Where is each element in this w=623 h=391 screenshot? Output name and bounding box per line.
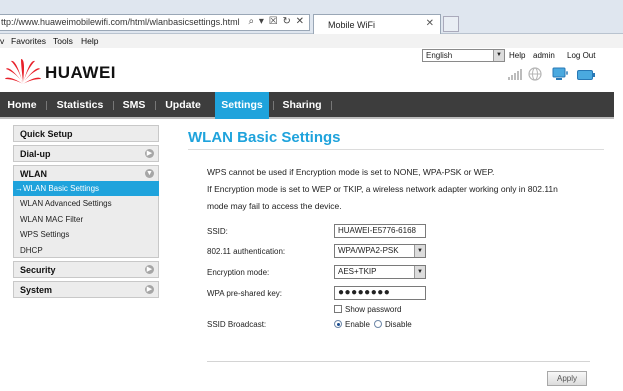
sidebar-item-wlan-advanced-settings[interactable]: WLAN Advanced Settings bbox=[13, 196, 159, 211]
nav-separator bbox=[331, 101, 332, 110]
auth-select-value: WPA/WPA2-PSK bbox=[338, 246, 399, 255]
auth-select[interactable]: WPA/WPA2-PSK ▼ bbox=[334, 244, 426, 258]
info-text-line: mode may fail to access the device. bbox=[207, 201, 342, 211]
huawei-logo-icon bbox=[5, 59, 41, 84]
address-url[interactable]: ttp://www.huaweimobilewifi.com/html/wlan… bbox=[1, 17, 240, 27]
nav-separator bbox=[113, 101, 114, 110]
sidebar-item-dialup[interactable]: Dial-up ▶ bbox=[13, 145, 159, 162]
chevron-down-icon: ▼ bbox=[493, 50, 504, 61]
sidebar-item-dhcp[interactable]: DHCP bbox=[13, 243, 159, 258]
help-link[interactable]: Help bbox=[509, 51, 525, 60]
sidebar-item-quick-setup[interactable]: Quick Setup bbox=[13, 125, 159, 142]
sidebar-item-label[interactable]: WLAN bbox=[20, 169, 47, 179]
menu-help[interactable]: Help bbox=[81, 36, 98, 46]
nav-sharing[interactable]: Sharing bbox=[278, 92, 326, 119]
address-bar[interactable]: ttp://www.huaweimobilewifi.com/html/wlan… bbox=[0, 14, 310, 31]
signal-strength-icon bbox=[508, 69, 524, 80]
browser-menubar: v Favorites Tools Help bbox=[0, 34, 623, 48]
encryption-select[interactable]: AES+TKIP ▼ bbox=[334, 265, 426, 279]
collapse-icon[interactable]: ▼ bbox=[145, 169, 154, 178]
broadcast-enable-radio[interactable] bbox=[334, 320, 342, 328]
nav-update[interactable]: Update bbox=[160, 92, 206, 119]
close-tab-icon[interactable]: ✕ bbox=[426, 18, 434, 29]
ssid-label: SSID: bbox=[207, 227, 228, 236]
sidebar-item-label: System bbox=[20, 285, 53, 295]
nav-separator bbox=[155, 101, 156, 110]
sidebar-item-security[interactable]: Security ▶ bbox=[13, 261, 159, 278]
new-tab-button[interactable] bbox=[443, 16, 459, 32]
page-title: WLAN Basic Settings bbox=[188, 129, 341, 146]
apply-button[interactable]: Apply bbox=[547, 371, 587, 386]
ssid-input[interactable]: HUAWEI-E5776-6168 bbox=[334, 224, 426, 238]
globe-icon bbox=[528, 67, 542, 81]
logout-link[interactable]: Log Out bbox=[567, 51, 595, 60]
tab-title: Mobile WiFi bbox=[328, 20, 376, 30]
sidebar-item-label: Dial-up bbox=[20, 149, 51, 159]
sidebar-item-wps-settings[interactable]: WPS Settings bbox=[13, 227, 159, 242]
encryption-label: Encryption mode: bbox=[207, 268, 270, 277]
sidebar-item-wlan-mac-filter[interactable]: WLAN MAC Filter bbox=[13, 212, 159, 227]
sidebar-item-system[interactable]: System ▶ bbox=[13, 281, 159, 298]
chevron-down-icon: ▼ bbox=[414, 245, 425, 257]
broadcast-disable-radio[interactable] bbox=[374, 320, 382, 328]
sidebar-item-label: Quick Setup bbox=[20, 129, 73, 139]
show-password-checkbox[interactable] bbox=[334, 305, 342, 313]
show-password-label[interactable]: Show password bbox=[345, 305, 401, 314]
nav-statistics[interactable]: Statistics bbox=[52, 92, 108, 119]
nav-settings[interactable]: Settings bbox=[215, 92, 269, 119]
expand-icon[interactable]: ▶ bbox=[145, 265, 154, 274]
nav-sms[interactable]: SMS bbox=[118, 92, 150, 119]
auth-label: 802.11 authentication: bbox=[207, 247, 286, 256]
expand-icon[interactable]: ▶ bbox=[145, 285, 154, 294]
nav-home[interactable]: Home bbox=[0, 92, 44, 119]
browser-tab[interactable]: Mobile WiFi ✕ bbox=[313, 14, 441, 34]
divider bbox=[188, 149, 604, 150]
sidebar-item-wlan-basic-settings[interactable]: →WLAN Basic Settings bbox=[13, 181, 159, 196]
sidebar-item-label: Security bbox=[20, 265, 56, 275]
divider bbox=[207, 361, 590, 362]
battery-icon bbox=[577, 70, 595, 80]
menu-view[interactable]: v bbox=[0, 36, 4, 46]
info-text-line: If Encryption mode is set to WEP or TKIP… bbox=[207, 184, 558, 194]
language-value: English bbox=[426, 51, 453, 60]
chevron-down-icon: ▼ bbox=[414, 266, 425, 278]
encryption-select-value: AES+TKIP bbox=[338, 267, 377, 276]
main-nav: Home Statistics SMS Update Settings Shar… bbox=[0, 92, 614, 119]
browser-toolbar: ttp://www.huaweimobilewifi.com/html/wlan… bbox=[0, 0, 623, 34]
psk-label: WPA pre-shared key: bbox=[207, 289, 282, 298]
info-text-line: WPS cannot be used if Encryption mode is… bbox=[207, 167, 495, 177]
nav-separator bbox=[46, 101, 47, 110]
user-label: admin bbox=[533, 51, 555, 60]
expand-icon[interactable]: ▶ bbox=[145, 149, 154, 158]
broadcast-disable-label[interactable]: Disable bbox=[385, 320, 412, 329]
address-bar-icons[interactable]: ⌕ ▾ ☒ ↻ ✕ bbox=[249, 16, 305, 27]
menu-favorites[interactable]: Favorites bbox=[11, 36, 46, 46]
psk-password-input[interactable]: ●●●●●●●● bbox=[334, 286, 426, 300]
nav-separator bbox=[273, 101, 274, 110]
menu-tools[interactable]: Tools bbox=[53, 36, 73, 46]
computer-icon bbox=[552, 67, 568, 80]
language-select[interactable]: English ▼ bbox=[422, 49, 505, 62]
brand-name: HUAWEI bbox=[45, 63, 116, 82]
ssid-broadcast-label: SSID Broadcast: bbox=[207, 320, 267, 329]
broadcast-enable-label[interactable]: Enable bbox=[345, 320, 370, 329]
